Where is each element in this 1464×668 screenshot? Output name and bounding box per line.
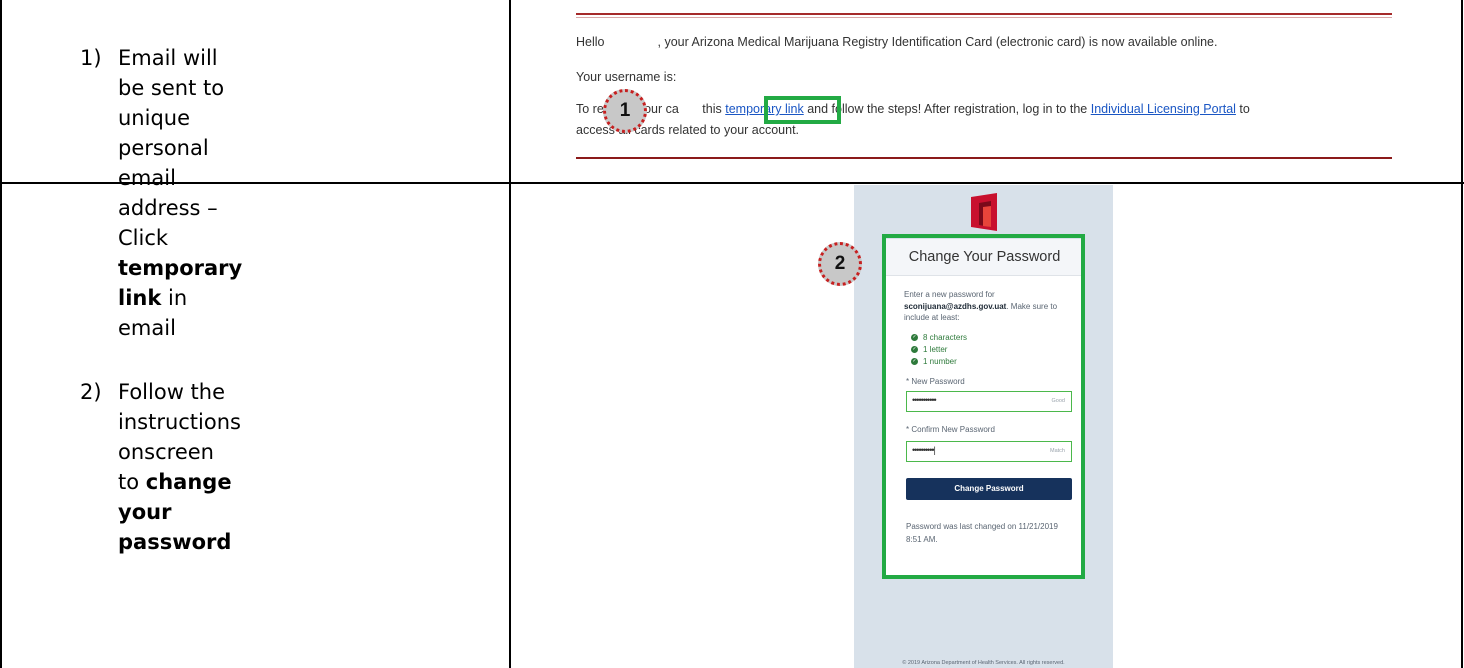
email-top-rule-thin — [576, 17, 1392, 18]
step-1-number: 1) — [80, 46, 102, 70]
email-bottom-rule — [576, 157, 1392, 159]
email-username-line: Your username is: — [576, 70, 677, 84]
step-2-line-1: Follow the instructions — [118, 380, 241, 434]
password-card-highlight — [882, 234, 1085, 579]
table-border-right — [1461, 0, 1463, 668]
temporary-link-highlight — [764, 96, 841, 124]
step-2-number: 2) — [80, 380, 102, 404]
step-marker-2: 2 — [818, 242, 862, 286]
table-border-left — [0, 0, 2, 668]
email-screenshot: Hello, your Arizona Medical Marijuana Re… — [576, 0, 1392, 160]
email-retrieve-line: To retrieve your ca this temporary link … — [576, 102, 1250, 116]
step-1-line-2: personal email address – — [118, 136, 218, 220]
table-column-divider — [509, 0, 511, 668]
email-top-rule — [576, 13, 1392, 15]
step-marker-1: 1 — [603, 89, 647, 133]
step-2-line-3: password — [118, 530, 232, 554]
step-2-line-2: onscreen to change your — [118, 440, 232, 524]
step-1-line-3: Click temporary link in email — [118, 226, 243, 340]
copyright-footer: © 2019 Arizona Department of Health Serv… — [902, 660, 1065, 666]
email-greeting: Hello, your Arizona Medical Marijuana Re… — [576, 35, 1218, 49]
azdhs-logo-icon — [971, 193, 997, 231]
individual-licensing-portal-link[interactable]: Individual Licensing Portal — [1091, 102, 1236, 116]
step-1-line-1: Email will be sent to unique — [118, 46, 225, 130]
